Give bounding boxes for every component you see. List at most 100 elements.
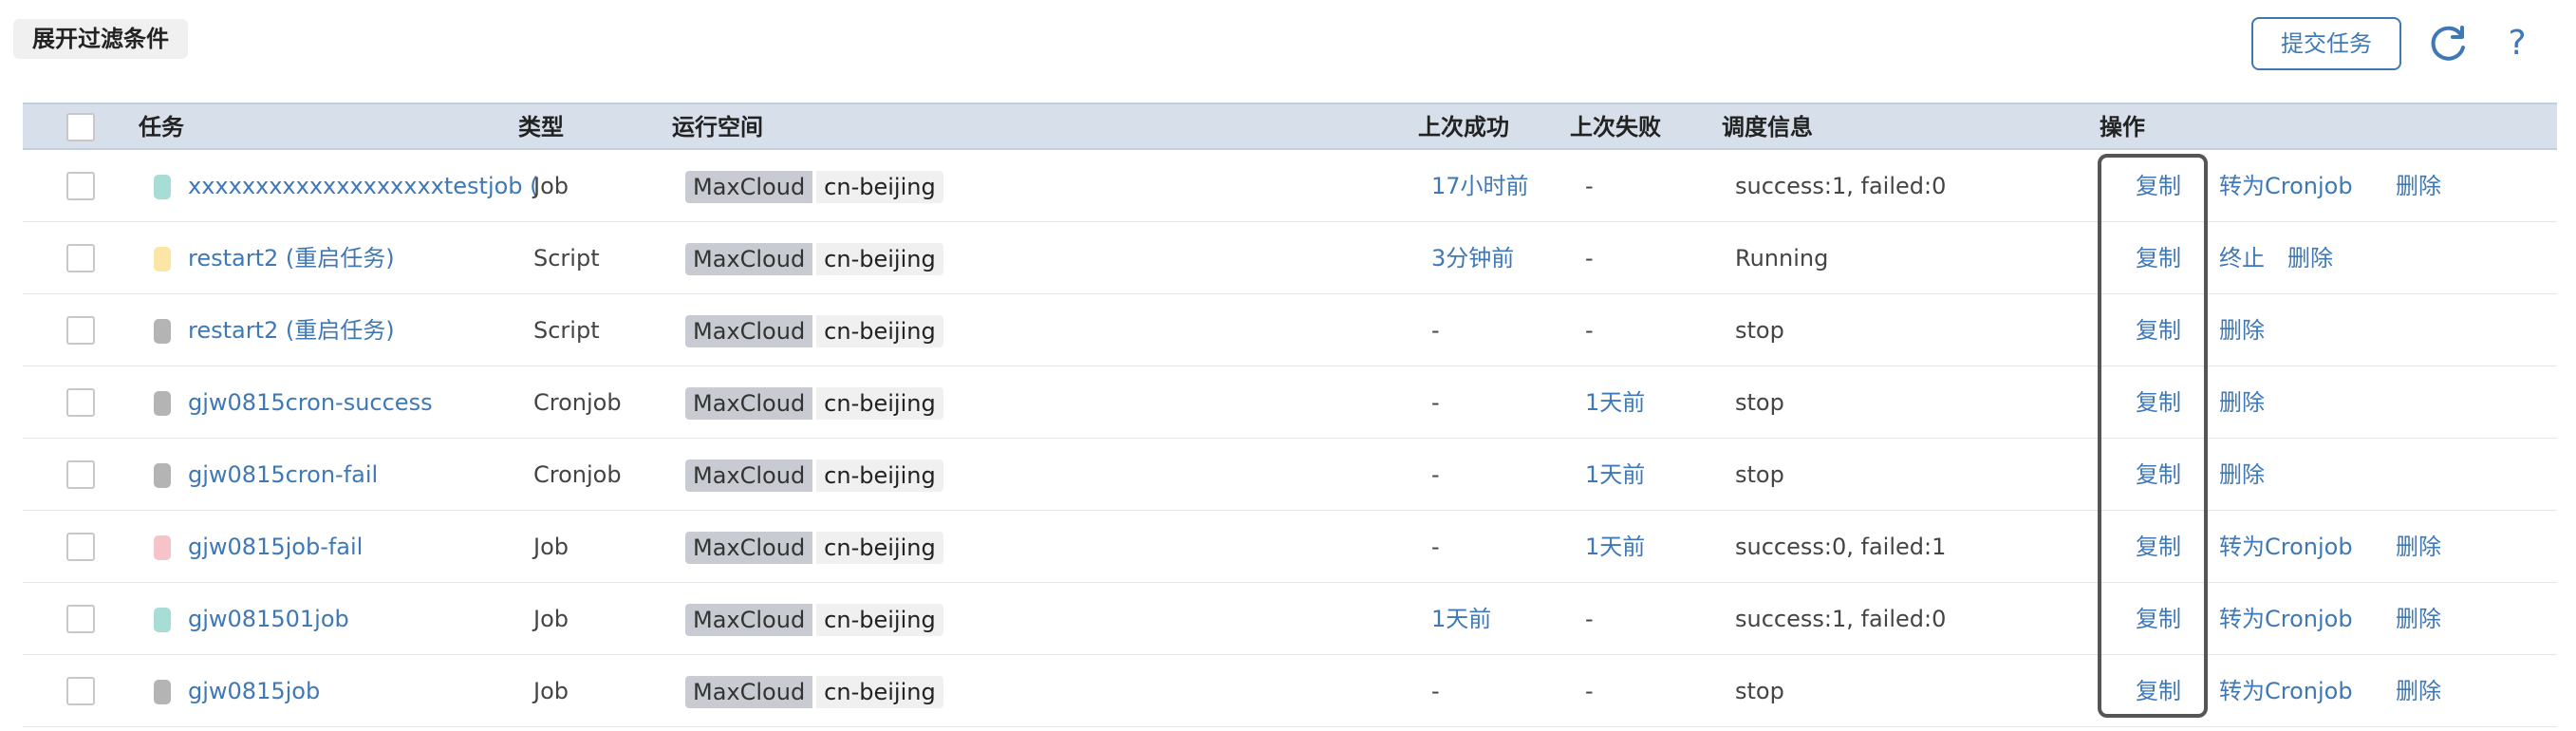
delete-action[interactable]: 删除 [2396,150,2441,222]
copy-action[interactable]: 复制 [2136,511,2181,583]
table-row: xxxxxxxxxxxxxxxxxxxtestjob (一 Job MaxCloud… [23,150,2557,222]
task-type: Cronjob [533,461,622,488]
task-name-link[interactable]: gjw081501job [188,583,537,655]
run-space: MaxCloud cn-beijing [685,532,943,564]
copy-action[interactable]: 复制 [2136,294,2181,366]
schedule-info: success:1, failed:0 [1735,173,1947,199]
region-tag: cn-beijing [816,676,943,708]
table-body: xxxxxxxxxxxxxxxxxxxtestjob (一 Job MaxCloud… [23,150,2557,727]
copy-action[interactable]: 复制 [2136,583,2181,655]
status-indicator [154,319,171,344]
select-all-checkbox[interactable] [66,113,95,141]
last-fail: - [1585,245,1594,272]
refresh-icon[interactable] [2426,23,2470,66]
task-name-link[interactable]: gjw0815job-fail [188,511,537,583]
last-fail: - [1585,317,1594,344]
convert-to-cronjob-action[interactable]: 转为Cronjob [2219,583,2353,655]
region-tag: cn-beijing [816,315,943,347]
run-space: MaxCloud cn-beijing [685,315,943,347]
header-type: 类型 [518,114,564,141]
convert-to-cronjob-action[interactable]: 转为Cronjob [2219,150,2353,222]
task-type: Job [533,678,569,704]
row-checkbox[interactable] [66,677,95,705]
table-header: 任务 类型 运行空间 上次成功 上次失败 调度信息 操作 [23,103,2557,150]
run-space: MaxCloud cn-beijing [685,171,943,203]
task-name-link[interactable]: gjw0815job [188,655,537,727]
run-space: MaxCloud cn-beijing [685,676,943,708]
task-type: Script [533,317,600,344]
task-type: Script [533,245,600,272]
last-success[interactable]: 3分钟前 [1431,222,1514,294]
delete-action[interactable]: 删除 [2396,655,2441,727]
delete-action[interactable]: 删除 [2287,222,2333,294]
task-name-link[interactable]: gjw0815cron-fail [188,439,537,511]
row-checkbox[interactable] [66,244,95,272]
terminate-action[interactable]: 终止 [2219,222,2265,294]
task-name-link[interactable]: restart2 (重启任务) [188,222,537,294]
schedule-info: success:1, failed:0 [1735,606,1947,632]
expand-filter-button[interactable]: 展开过滤条件 [13,19,188,59]
task-type: Cronjob [533,389,622,416]
copy-action[interactable]: 复制 [2136,655,2181,727]
delete-action[interactable]: 删除 [2396,583,2441,655]
schedule-info: stop [1735,461,1784,488]
row-checkbox[interactable] [66,316,95,345]
header-last-fail: 上次失败 [1570,114,1661,141]
copy-action[interactable]: 复制 [2136,366,2181,439]
convert-to-cronjob-action[interactable]: 转为Cronjob [2219,655,2353,727]
row-checkbox[interactable] [66,533,95,561]
run-space: MaxCloud cn-beijing [685,459,943,492]
region-tag: cn-beijing [816,243,943,275]
last-success: - [1431,461,1440,488]
status-indicator [154,175,171,199]
delete-action[interactable]: 删除 [2219,294,2265,366]
task-name-link[interactable]: xxxxxxxxxxxxxxxxxxxtestjob (一 [188,150,537,222]
last-fail[interactable]: 1天前 [1585,439,1645,511]
region-tag: cn-beijing [816,171,943,203]
status-indicator [154,680,171,704]
row-checkbox[interactable] [66,388,95,417]
cloud-tag: MaxCloud [685,604,813,636]
last-success[interactable]: 17小时前 [1431,150,1529,222]
table-row: gjw0815cron-success Cronjob MaxCloud cn-bei… [23,366,2557,439]
help-icon[interactable]: ? [2498,21,2536,66]
region-tag: cn-beijing [816,459,943,492]
task-type: Job [533,173,569,199]
last-fail[interactable]: 1天前 [1585,366,1645,439]
run-space: MaxCloud cn-beijing [685,604,943,636]
copy-action[interactable]: 复制 [2136,439,2181,511]
task-name-link[interactable]: gjw0815cron-success [188,366,537,439]
status-indicator [154,608,171,632]
region-tag: cn-beijing [816,604,943,636]
schedule-info: success:0, failed:1 [1735,534,1947,560]
submit-task-button[interactable]: 提交任务 [2251,17,2401,70]
last-fail[interactable]: 1天前 [1585,511,1645,583]
delete-action[interactable]: 删除 [2219,366,2265,439]
last-success: - [1431,534,1440,560]
last-success: - [1431,389,1440,416]
copy-action[interactable]: 复制 [2136,150,2181,222]
last-fail: - [1585,678,1594,704]
row-checkbox[interactable] [66,605,95,633]
table-row: gjw0815cron-fail Cronjob MaxCloud cn-beijin… [23,439,2557,511]
task-name-link[interactable]: restart2 (重启任务) [188,294,537,366]
last-success: - [1431,317,1440,344]
run-space: MaxCloud cn-beijing [685,387,943,420]
region-tag: cn-beijing [816,532,943,564]
row-checkbox[interactable] [66,172,95,200]
cloud-tag: MaxCloud [685,243,813,275]
status-indicator [154,535,171,560]
table-row: restart2 (重启任务) Script MaxCloud cn-beijing -… [23,294,2557,366]
cloud-tag: MaxCloud [685,532,813,564]
table-row: gjw081501job Job MaxCloud cn-beijing 1天前 - suc… [23,583,2557,655]
task-type: Job [533,534,569,560]
delete-action[interactable]: 删除 [2219,439,2265,511]
convert-to-cronjob-action[interactable]: 转为Cronjob [2219,511,2353,583]
last-success[interactable]: 1天前 [1431,583,1491,655]
task-table: 任务 类型 运行空间 上次成功 上次失败 调度信息 操作 xxxxxxxxxxx… [23,103,2557,727]
copy-action[interactable]: 复制 [2136,222,2181,294]
header-task: 任务 [139,114,184,141]
row-checkbox[interactable] [66,460,95,489]
delete-action[interactable]: 删除 [2396,511,2441,583]
cloud-tag: MaxCloud [685,171,813,203]
